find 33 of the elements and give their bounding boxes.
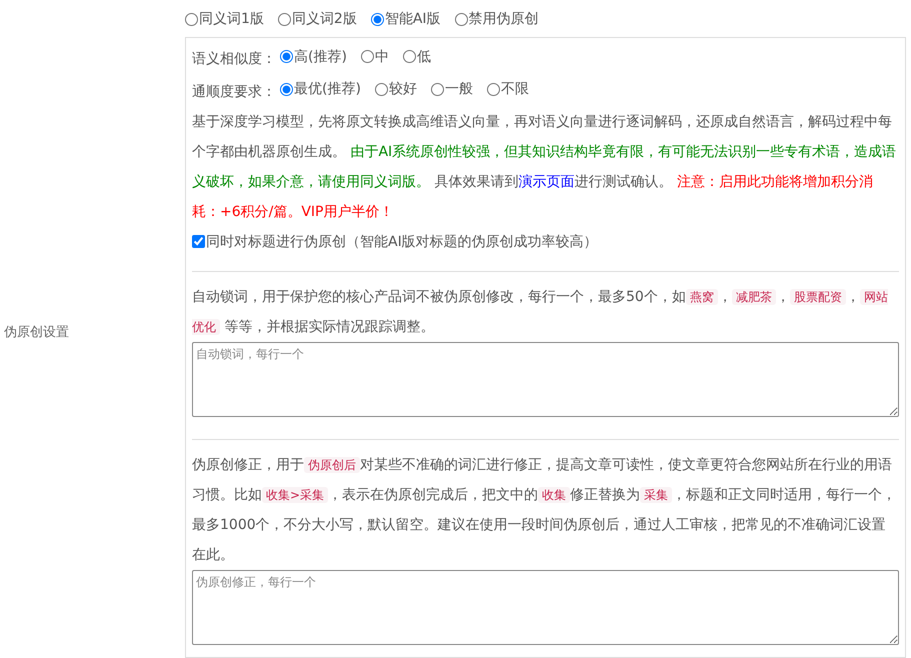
lock-words-description: 自动锁词，用于保护您的核心产品词不被伪原创修改，每行一个，最多50个，如 燕窝 ， 减肥茶 ， 股票配资 ， 网站优化 等等，并根据实际情况跟踪调整。 [192, 288, 889, 337]
radio-label[interactable]: 高(推荐) [294, 42, 347, 72]
radio-label[interactable]: 中 [374, 42, 389, 72]
radio-button[interactable] [402, 50, 416, 63]
radio-button[interactable] [280, 50, 293, 63]
option-label: 通顺度要求： [192, 84, 276, 100]
radio-button[interactable] [360, 50, 374, 63]
checkbox[interactable] [192, 235, 205, 248]
correction-description: 伪原创修正，用于 伪原创后 对某些不准确的词汇进行修正，提高文章可读性，使文章更符合您网站所在行业的用语习惯。比如 收集>采集 ，表示在伪原创完成后，把文中的 收集 修正替换为 采集 ，标题和正文同时适用，每行一个，最多1000个，不分大小写，默认留空。建议在使用一段时间伪原创后，通过人工审核，把常见的不准确词汇设置在此。 [192, 456, 898, 565]
correction-field[interactable]: 伪原创修正，每行一个 [192, 570, 899, 645]
radio-label[interactable]: 较好 [388, 74, 417, 104]
radio-button[interactable] [370, 12, 384, 26]
radio-button[interactable] [374, 82, 388, 96]
radio-label[interactable]: 低 [416, 42, 431, 72]
lock-words-field[interactable]: 自动锁词，每行一个 [192, 342, 899, 417]
radio-button[interactable] [280, 82, 293, 96]
radio-label[interactable]: 同义词2版 [292, 8, 357, 30]
setting-label: 伪原创设置 [3, 324, 69, 342]
radio-label[interactable]: 智能AI版 [384, 8, 441, 30]
demo-link[interactable]: 演示页面 [518, 174, 574, 190]
option-label: 语义相似度： [192, 51, 276, 67]
radio-button[interactable] [486, 82, 500, 96]
radio-label[interactable]: 不限 [500, 74, 529, 104]
checkbox-label[interactable]: 同时对标题进行伪原创（智能AI版对标题的伪原创成功率较高） [206, 226, 598, 256]
radio-label[interactable]: 最优(推荐) [294, 74, 361, 104]
radio-label[interactable]: 禁用伪原创 [468, 8, 539, 30]
radio-button[interactable] [185, 12, 198, 26]
radio-button[interactable] [278, 12, 291, 26]
radio-button[interactable] [430, 82, 444, 96]
radio-label[interactable]: 一般 [444, 74, 473, 104]
ai-description: 基于深度学习模型，先将原文转换成高维语义向量，再对语义向量进行逐词解码，还原成自然语言，解码过程中每个字都由机器原创生成。 由于AI系统原创性较强，但其知识结构毕竟有限，有可能无法识别一些专有术语，造成语义破坏，如果介意，请使用同义词版。 具体效果请到演示页面进行测试确认。 注意：启用此功能将增加积分消耗：+6积分/篇。VIP用户半价！ [192, 112, 898, 222]
radio-label[interactable]: 同义词1版 [199, 8, 264, 30]
radio-button[interactable] [454, 12, 468, 26]
